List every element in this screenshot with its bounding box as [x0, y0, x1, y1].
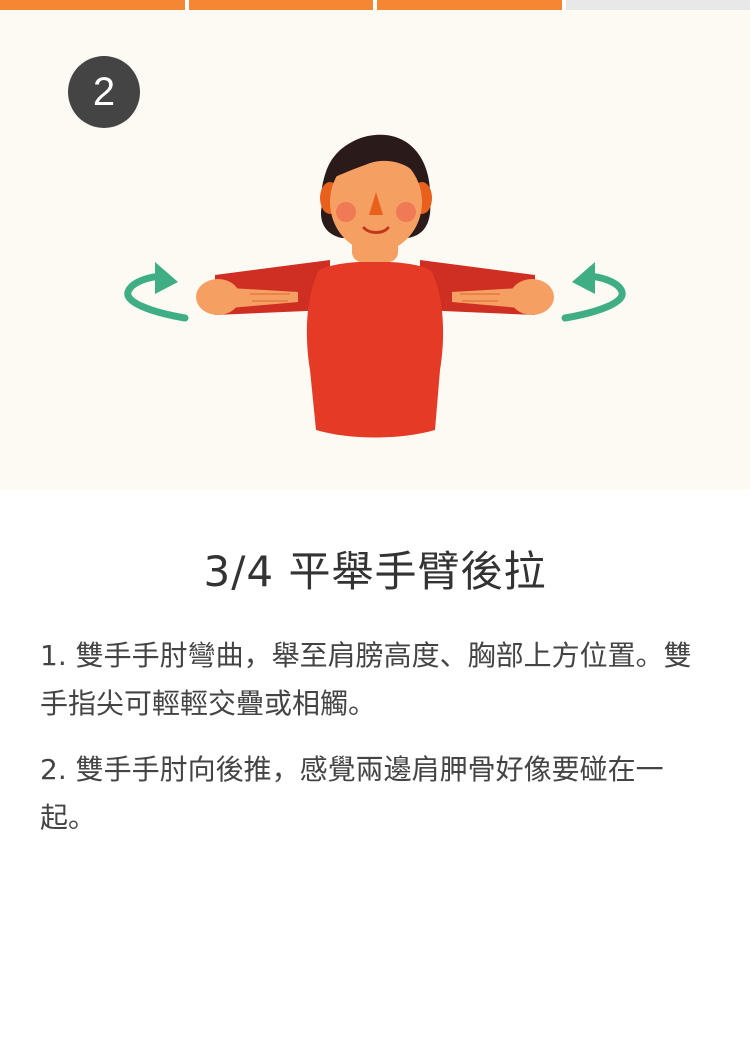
instruction-step-2: 2. 雙手手肘向後推，感覺兩邊肩胛骨好像要碰在一起。: [40, 753, 664, 834]
progress-bar: [0, 0, 750, 10]
rotate-arrow-right-icon: [561, 262, 626, 322]
rotate-arrow-left-icon: [124, 262, 189, 322]
instruction-step-1: 1. 雙手手肘彎曲，舉至肩膀高度、胸部上方位置。雙手指尖可輕輕交疊或相觸。: [40, 639, 692, 720]
exercise-illustration-panel: 2: [0, 10, 750, 490]
progress-segment-3: [377, 0, 562, 10]
exercise-instructions: 1. 雙手手肘彎曲，舉至肩膀高度、胸部上方位置。雙手指尖可輕輕交疊或相觸。 2.…: [40, 632, 712, 860]
progress-segment-2: [188, 0, 373, 10]
exercise-title: 3/4 平舉手臂後拉: [203, 547, 547, 596]
progress-segment-4: [565, 0, 750, 10]
step-number-badge: 2: [68, 56, 140, 128]
progress-segment-1: [0, 0, 185, 10]
